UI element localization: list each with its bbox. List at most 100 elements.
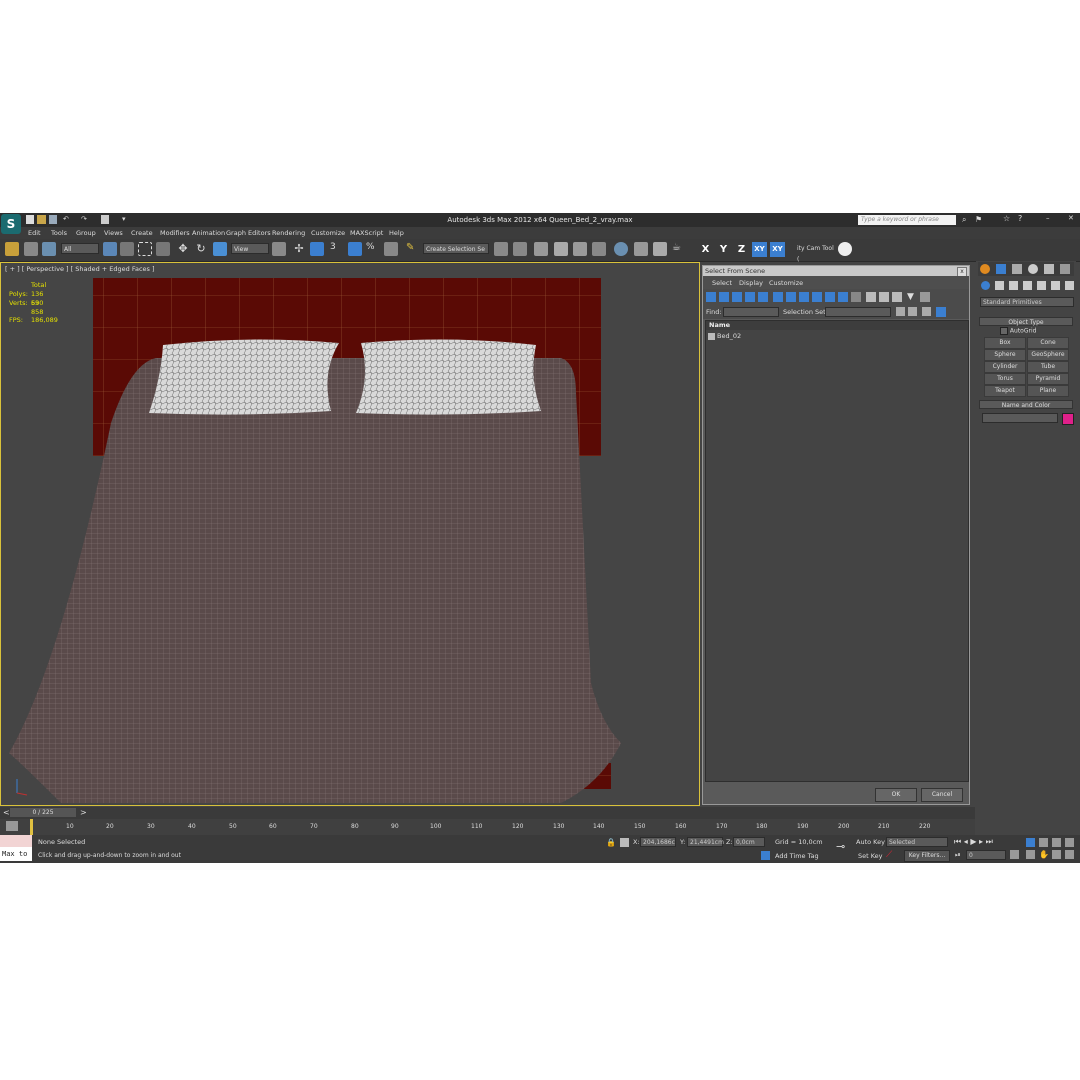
display-groups-icon[interactable] bbox=[786, 292, 796, 302]
orbit-icon[interactable] bbox=[1052, 850, 1061, 859]
utilities-tab-icon[interactable] bbox=[1060, 264, 1070, 274]
display-frozen-icon[interactable] bbox=[838, 292, 848, 302]
angle-snap-icon[interactable] bbox=[348, 242, 362, 256]
time-slider[interactable]: < 0 / 225 > bbox=[0, 807, 975, 819]
plane-button[interactable]: Plane bbox=[1027, 385, 1069, 397]
menu-tools[interactable]: Tools bbox=[51, 229, 67, 237]
previous-frame-icon[interactable]: ◂ bbox=[964, 837, 968, 846]
shapes-icon[interactable] bbox=[995, 281, 1004, 290]
display-geometry-icon[interactable] bbox=[706, 292, 716, 302]
axis-plane-button[interactable]: XY bbox=[770, 242, 785, 257]
dialog-menu-display[interactable]: Display bbox=[739, 279, 763, 287]
display-shapes-icon[interactable] bbox=[719, 292, 729, 302]
find-input[interactable] bbox=[723, 307, 779, 317]
display-all-icon[interactable] bbox=[866, 292, 876, 302]
time-prev-icon[interactable]: < bbox=[3, 808, 10, 817]
schematic-view-icon[interactable] bbox=[592, 242, 606, 256]
zoom-icon[interactable] bbox=[1026, 838, 1035, 847]
key-mode-toggle-icon[interactable]: ⏯ bbox=[955, 851, 961, 860]
y-coordinate-field[interactable]: 21,4491cm bbox=[687, 837, 724, 847]
create-tab-icon[interactable] bbox=[980, 264, 990, 274]
dialog-menu-select[interactable]: Select bbox=[712, 279, 732, 287]
application-button[interactable]: S bbox=[1, 214, 21, 234]
motion-tab-icon[interactable] bbox=[1028, 264, 1038, 274]
select-rotate-icon[interactable]: ↻ bbox=[194, 242, 208, 256]
menu-modifiers[interactable]: Modifiers bbox=[160, 229, 190, 237]
menu-maxscript[interactable]: MAXScript bbox=[350, 229, 383, 237]
ok-button[interactable]: OK bbox=[875, 788, 917, 802]
find-case-icon[interactable] bbox=[896, 307, 905, 316]
rectangular-selection-icon[interactable] bbox=[138, 242, 152, 256]
menu-edit[interactable]: Edit bbox=[28, 229, 41, 237]
unlink-icon[interactable] bbox=[24, 242, 38, 256]
modify-tab-icon[interactable] bbox=[996, 264, 1006, 274]
teapot-button[interactable]: Teapot bbox=[984, 385, 1026, 397]
selection-filter-dropdown[interactable]: All bbox=[61, 243, 99, 254]
display-xrefs-icon[interactable] bbox=[799, 292, 809, 302]
menu-customize[interactable]: Customize bbox=[311, 229, 345, 237]
zoom-all-icon[interactable] bbox=[1039, 838, 1048, 847]
filter-icon[interactable]: ▼ bbox=[907, 292, 917, 302]
pan-view-icon[interactable]: ✋ bbox=[1039, 850, 1049, 859]
display-cameras-icon[interactable] bbox=[745, 292, 755, 302]
display-bones-icon[interactable] bbox=[812, 292, 822, 302]
display-spacewarps-icon[interactable] bbox=[773, 292, 783, 302]
time-slider-thumb[interactable]: 0 / 225 bbox=[10, 808, 76, 817]
helpers-icon[interactable] bbox=[1037, 281, 1046, 290]
align-icon[interactable] bbox=[513, 242, 527, 256]
display-invert-icon[interactable] bbox=[892, 292, 902, 302]
render-setup-icon[interactable] bbox=[634, 242, 648, 256]
torus-button[interactable]: Torus bbox=[984, 373, 1026, 385]
display-hidden-icon[interactable] bbox=[851, 292, 861, 302]
axis-z-button[interactable]: Z bbox=[734, 242, 749, 257]
menu-help[interactable]: Help bbox=[389, 229, 404, 237]
search-icon[interactable]: ⌕ bbox=[962, 215, 966, 225]
favorites-icon[interactable]: ☆ bbox=[1003, 214, 1010, 223]
curve-editor-icon[interactable] bbox=[573, 242, 587, 256]
lock-selection-icon[interactable]: 🔒 bbox=[606, 838, 616, 847]
select-dependents-icon[interactable] bbox=[936, 307, 946, 317]
cylinder-button[interactable]: Cylinder bbox=[984, 361, 1026, 373]
menu-rendering[interactable]: Rendering bbox=[272, 229, 305, 237]
layer-manager-icon[interactable] bbox=[534, 242, 548, 256]
cameras-icon[interactable] bbox=[1023, 281, 1032, 290]
display-containers-icon[interactable] bbox=[825, 292, 835, 302]
current-frame-field[interactable]: 0 bbox=[966, 850, 1006, 860]
time-configuration-icon[interactable] bbox=[1010, 850, 1019, 859]
systems-icon[interactable] bbox=[1065, 281, 1074, 290]
select-manipulate-icon[interactable]: ✢ bbox=[292, 242, 306, 256]
menu-graph-editors[interactable]: Graph Editors bbox=[226, 229, 271, 237]
perspective-viewport[interactable]: [ + ] [ Perspective ] [ Shaded + Edged F… bbox=[0, 262, 700, 806]
zoom-extents-all-icon[interactable] bbox=[1065, 838, 1074, 847]
edit-named-selection-icon[interactable]: ✎ bbox=[406, 242, 420, 256]
help-search-input[interactable]: Type a keyword or phrase bbox=[858, 215, 956, 225]
cam-tool-label[interactable]: ity Cam Tool ( bbox=[795, 243, 835, 263]
maxscript-input[interactable]: Max to bbox=[0, 847, 32, 861]
menu-animation[interactable]: Animation bbox=[192, 229, 225, 237]
next-frame-icon[interactable]: ▸ bbox=[979, 837, 983, 846]
list-column-name[interactable]: Name bbox=[706, 321, 968, 330]
auto-key-button[interactable]: Auto Key bbox=[856, 838, 885, 846]
axis-x-button[interactable]: X bbox=[698, 242, 713, 257]
axis-xy-button[interactable]: XY bbox=[752, 242, 767, 257]
select-move-icon[interactable]: ✥ bbox=[176, 242, 190, 256]
key-set-dropdown[interactable]: Selected bbox=[886, 837, 948, 847]
bed-wireframe-model[interactable] bbox=[1, 263, 699, 805]
object-color-swatch[interactable] bbox=[1062, 413, 1074, 425]
snaps-toggle-icon[interactable]: 3 bbox=[330, 242, 344, 256]
axis-y-button[interactable]: Y bbox=[716, 242, 731, 257]
bind-space-warp-icon[interactable] bbox=[42, 242, 56, 256]
x-coordinate-field[interactable]: 204,1686c bbox=[640, 837, 676, 847]
window-crossing-icon[interactable] bbox=[156, 242, 170, 256]
close-icon[interactable]: ✕ bbox=[1068, 214, 1074, 222]
maximize-viewport-icon[interactable] bbox=[1065, 850, 1074, 859]
material-editor-icon[interactable] bbox=[614, 242, 628, 256]
selection-set-dropdown[interactable] bbox=[825, 307, 891, 317]
cancel-button[interactable]: Cancel bbox=[921, 788, 963, 802]
pyramid-button[interactable]: Pyramid bbox=[1027, 373, 1069, 385]
display-tab-icon[interactable] bbox=[1044, 264, 1054, 274]
time-next-icon[interactable]: > bbox=[80, 808, 87, 817]
set-key-mode-icon[interactable]: ⊸ bbox=[836, 840, 845, 853]
display-helpers-icon[interactable] bbox=[758, 292, 768, 302]
hierarchy-tab-icon[interactable] bbox=[1012, 264, 1022, 274]
